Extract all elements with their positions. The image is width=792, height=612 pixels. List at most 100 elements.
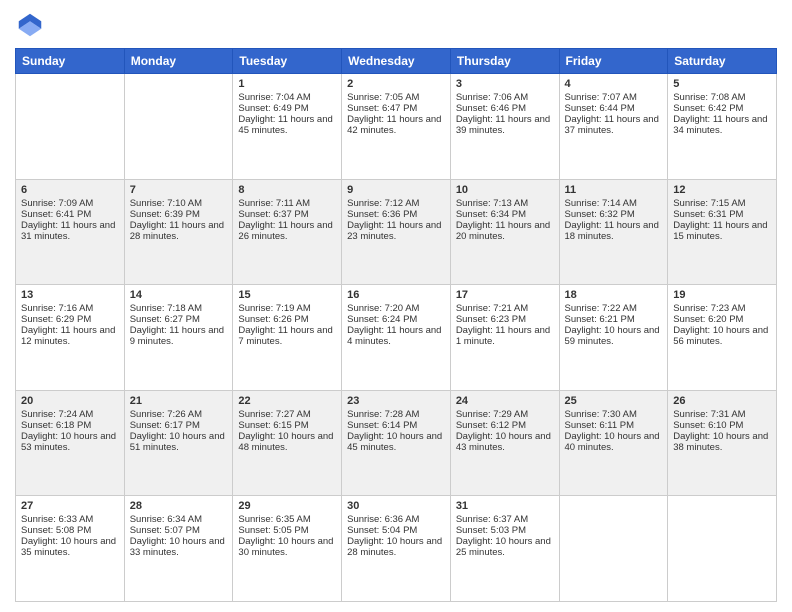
cell-content: Sunrise: 7:28 AM — [347, 409, 445, 420]
cell-content: Sunrise: 6:34 AM — [130, 514, 228, 525]
cell-content: Sunrise: 6:35 AM — [238, 514, 336, 525]
cell-content: Daylight: 11 hours and 37 minutes. — [565, 114, 663, 136]
cell-content: Daylight: 10 hours and 30 minutes. — [238, 536, 336, 558]
cell-content: Daylight: 11 hours and 42 minutes. — [347, 114, 445, 136]
cell-content: Daylight: 11 hours and 7 minutes. — [238, 325, 336, 347]
calendar-cell: 11Sunrise: 7:14 AMSunset: 6:32 PMDayligh… — [559, 179, 668, 285]
day-number: 28 — [130, 500, 228, 512]
day-number: 25 — [565, 395, 663, 407]
cell-content: Sunrise: 7:13 AM — [456, 198, 554, 209]
cell-content: Daylight: 11 hours and 39 minutes. — [456, 114, 554, 136]
day-number: 20 — [21, 395, 119, 407]
cell-content: Sunset: 6:10 PM — [673, 420, 771, 431]
cell-content: Sunset: 6:20 PM — [673, 314, 771, 325]
day-number: 31 — [456, 500, 554, 512]
day-number: 4 — [565, 78, 663, 90]
cell-content: Sunset: 6:27 PM — [130, 314, 228, 325]
calendar-cell: 16Sunrise: 7:20 AMSunset: 6:24 PMDayligh… — [342, 285, 451, 391]
calendar-cell: 2Sunrise: 7:05 AMSunset: 6:47 PMDaylight… — [342, 74, 451, 180]
weekday-header-saturday: Saturday — [668, 49, 777, 74]
cell-content: Daylight: 10 hours and 25 minutes. — [456, 536, 554, 558]
cell-content: Daylight: 10 hours and 28 minutes. — [347, 536, 445, 558]
cell-content: Sunrise: 6:33 AM — [21, 514, 119, 525]
cell-content: Daylight: 11 hours and 12 minutes. — [21, 325, 119, 347]
day-number: 2 — [347, 78, 445, 90]
calendar: SundayMondayTuesdayWednesdayThursdayFrid… — [15, 48, 777, 602]
cell-content: Sunrise: 7:23 AM — [673, 303, 771, 314]
cell-content: Daylight: 11 hours and 34 minutes. — [673, 114, 771, 136]
calendar-cell: 30Sunrise: 6:36 AMSunset: 5:04 PMDayligh… — [342, 496, 451, 602]
cell-content: Sunset: 6:42 PM — [673, 103, 771, 114]
day-number: 1 — [238, 78, 336, 90]
calendar-cell: 27Sunrise: 6:33 AMSunset: 5:08 PMDayligh… — [16, 496, 125, 602]
day-number: 26 — [673, 395, 771, 407]
calendar-cell: 12Sunrise: 7:15 AMSunset: 6:31 PMDayligh… — [668, 179, 777, 285]
cell-content: Daylight: 10 hours and 59 minutes. — [565, 325, 663, 347]
calendar-cell: 1Sunrise: 7:04 AMSunset: 6:49 PMDaylight… — [233, 74, 342, 180]
cell-content: Sunset: 6:36 PM — [347, 209, 445, 220]
cell-content: Daylight: 10 hours and 38 minutes. — [673, 431, 771, 453]
cell-content: Sunset: 5:08 PM — [21, 525, 119, 536]
cell-content: Sunrise: 7:10 AM — [130, 198, 228, 209]
cell-content: Sunrise: 7:20 AM — [347, 303, 445, 314]
cell-content: Sunset: 6:49 PM — [238, 103, 336, 114]
cell-content: Sunrise: 7:21 AM — [456, 303, 554, 314]
day-number: 15 — [238, 289, 336, 301]
day-number: 13 — [21, 289, 119, 301]
calendar-cell: 25Sunrise: 7:30 AMSunset: 6:11 PMDayligh… — [559, 390, 668, 496]
cell-content: Sunset: 6:46 PM — [456, 103, 554, 114]
calendar-cell: 18Sunrise: 7:22 AMSunset: 6:21 PMDayligh… — [559, 285, 668, 391]
cell-content: Sunset: 6:18 PM — [21, 420, 119, 431]
weekday-header-sunday: Sunday — [16, 49, 125, 74]
calendar-cell: 4 Sunrise: 7:07 AMSunset: 6:44 PMDaylight… — [559, 74, 668, 180]
cell-content: Daylight: 10 hours and 56 minutes. — [673, 325, 771, 347]
cell-content: Sunrise: 6:37 AM — [456, 514, 554, 525]
cell-content: Sunrise: 7:08 AM — [673, 92, 771, 103]
calendar-cell — [559, 496, 668, 602]
calendar-cell: 21Sunrise: 7:26 AMSunset: 6:17 PMDayligh… — [124, 390, 233, 496]
cell-content: Sunset: 6:44 PM — [565, 103, 663, 114]
day-number: 17 — [456, 289, 554, 301]
calendar-cell: 3Sunrise: 7:06 AMSunset: 6:46 PMDaylight… — [450, 74, 559, 180]
day-number: 14 — [130, 289, 228, 301]
calendar-cell: 9Sunrise: 7:12 AMSunset: 6:36 PMDaylight… — [342, 179, 451, 285]
calendar-cell: 26Sunrise: 7:31 AMSunset: 6:10 PMDayligh… — [668, 390, 777, 496]
cell-content: Daylight: 11 hours and 31 minutes. — [21, 220, 119, 242]
weekday-header-tuesday: Tuesday — [233, 49, 342, 74]
cell-content: Daylight: 11 hours and 45 minutes. — [238, 114, 336, 136]
calendar-cell — [668, 496, 777, 602]
day-number: 30 — [347, 500, 445, 512]
calendar-week-2: 6Sunrise: 7:09 AMSunset: 6:41 PMDaylight… — [16, 179, 777, 285]
day-number: 16 — [347, 289, 445, 301]
cell-content: Sunrise: 7:30 AM — [565, 409, 663, 420]
calendar-cell: 8Sunrise: 7:11 AMSunset: 6:37 PMDaylight… — [233, 179, 342, 285]
day-number: 23 — [347, 395, 445, 407]
day-number: 18 — [565, 289, 663, 301]
cell-content: Daylight: 10 hours and 51 minutes. — [130, 431, 228, 453]
cell-content: Sunrise: 7:05 AM — [347, 92, 445, 103]
cell-content: Daylight: 11 hours and 15 minutes. — [673, 220, 771, 242]
cell-content: Sunrise: 7:07 AM — [565, 92, 663, 103]
calendar-cell: 13Sunrise: 7:16 AMSunset: 6:29 PMDayligh… — [16, 285, 125, 391]
cell-content: Sunset: 6:34 PM — [456, 209, 554, 220]
cell-content: Sunset: 6:29 PM — [21, 314, 119, 325]
calendar-cell — [16, 74, 125, 180]
day-number: 7 — [130, 184, 228, 196]
cell-content: Sunrise: 7:15 AM — [673, 198, 771, 209]
calendar-header: SundayMondayTuesdayWednesdayThursdayFrid… — [16, 49, 777, 74]
cell-content: Sunrise: 7:09 AM — [21, 198, 119, 209]
day-number: 6 — [21, 184, 119, 196]
cell-content: Sunset: 6:14 PM — [347, 420, 445, 431]
calendar-cell: 19Sunrise: 7:23 AMSunset: 6:20 PMDayligh… — [668, 285, 777, 391]
cell-content: Daylight: 10 hours and 43 minutes. — [456, 431, 554, 453]
calendar-cell: 17Sunrise: 7:21 AMSunset: 6:23 PMDayligh… — [450, 285, 559, 391]
day-number: 22 — [238, 395, 336, 407]
cell-content: Sunrise: 7:18 AM — [130, 303, 228, 314]
calendar-week-4: 20 Sunrise: 7:24 AMSunset: 6:18 PM Dayligh… — [16, 390, 777, 496]
day-number: 11 — [565, 184, 663, 196]
calendar-cell: 28Sunrise: 6:34 AMSunset: 5:07 PMDayligh… — [124, 496, 233, 602]
cell-content: Sunset: 6:39 PM — [130, 209, 228, 220]
cell-content: Sunrise: 7:24 AM — [21, 409, 119, 420]
cell-content: Sunset: 6:17 PM — [130, 420, 228, 431]
calendar-cell: 6Sunrise: 7:09 AMSunset: 6:41 PMDaylight… — [16, 179, 125, 285]
